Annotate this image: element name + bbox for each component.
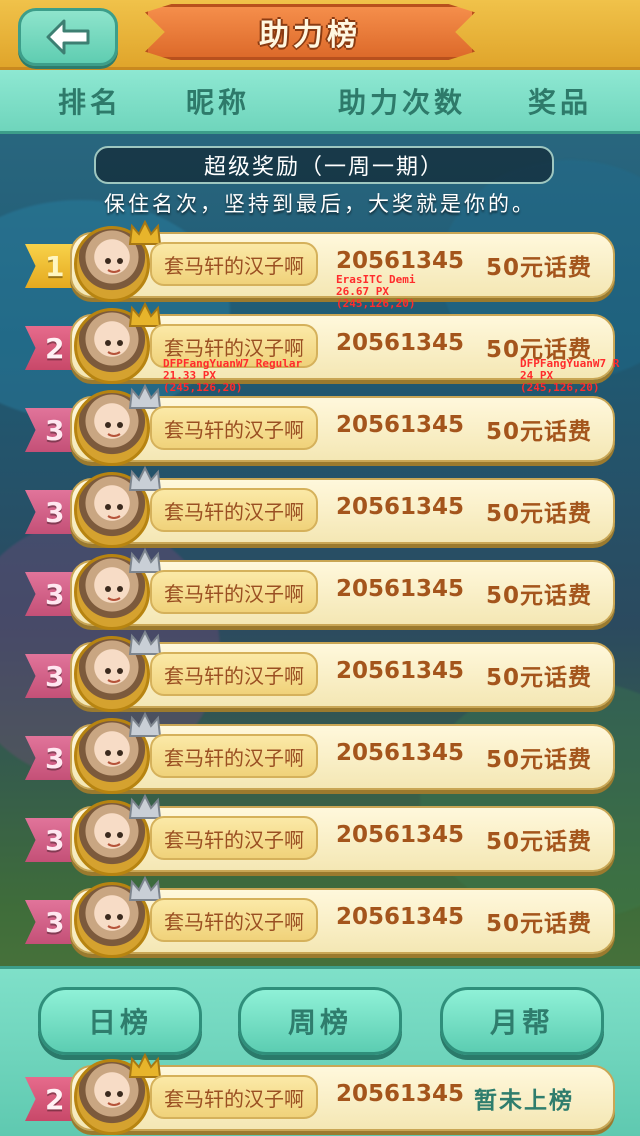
rank-status: 暂未上榜 [474, 1088, 574, 1114]
spec-color: (245,126,20) [520, 381, 600, 394]
prize: 50元话费 [486, 829, 593, 855]
reward-description: 保住名次，坚持到最后，大奖就是你的。 [104, 192, 536, 216]
assist-count: 20561345 [336, 904, 465, 930]
crown-icon [128, 384, 162, 409]
player-name: 套马轩的汉子啊 [150, 570, 318, 614]
table-row: 3 套马轩的汉子啊 20561345 50元话费 [0, 384, 640, 466]
face-icon [105, 422, 123, 437]
tab-weekly[interactable]: 周榜 [238, 987, 402, 1055]
table-row: 3 套马轩的汉子啊 20561345 50元话费 [0, 712, 640, 794]
table-row: 3 套马轩的汉子啊 20561345 50元话费 [0, 466, 640, 548]
player-name: 套马轩的汉子啊 [150, 734, 318, 778]
spec-annotation-prize: DFPFangYuanW7 R 24 PX (245,126,20) [520, 358, 640, 394]
face-icon [105, 750, 123, 765]
crown-icon [128, 302, 162, 327]
top-bar: 助力榜 [0, 0, 640, 70]
assist-count: 20561345 [336, 822, 465, 848]
assist-count: 20561345 [336, 658, 465, 684]
face-icon [105, 258, 123, 273]
assist-count: 20561345 [336, 740, 465, 766]
spec-color: (245,126,20) [163, 381, 243, 394]
back-arrow-icon [46, 19, 90, 55]
assist-count: 20561345 [336, 330, 465, 356]
face-icon [105, 586, 123, 601]
prize: 50元话费 [486, 501, 593, 527]
crown-icon [128, 630, 162, 655]
my-rank-row: 2 套马轩的汉子啊 20561345 暂未上榜 [0, 1053, 640, 1135]
crown-icon [128, 466, 162, 491]
assist-count: 20561345 [336, 248, 465, 274]
bottom-panel: 日榜 周榜 月帮 2 套马轩的汉子啊 20561345 暂未上榜 [0, 966, 640, 1136]
face-icon [105, 914, 123, 929]
crown-icon [128, 1053, 162, 1078]
player-name: 套马轩的汉子啊 [150, 816, 318, 860]
table-row: 3 套马轩的汉子啊 20561345 50元话费 [0, 876, 640, 958]
player-name: 套马轩的汉子啊 [150, 652, 318, 696]
prize: 50元话费 [486, 747, 593, 773]
title-ribbon: 助力榜 [145, 4, 475, 60]
player-name: 套马轩的汉子啊 [150, 406, 318, 450]
crown-icon [128, 794, 162, 819]
assist-count: 20561345 [336, 576, 465, 602]
assist-count: 20561345 [336, 412, 465, 438]
table-row: 3 套马轩的汉子啊 20561345 50元话费 [0, 794, 640, 876]
table-row: 1 套马轩的汉子啊 20561345 50元话费 [0, 220, 640, 302]
player-name: 套马轩的汉子啊 [150, 1075, 318, 1119]
page-title: 助力榜 [259, 18, 361, 53]
crown-icon [128, 876, 162, 901]
tab-monthly[interactable]: 月帮 [440, 987, 604, 1055]
tab-daily[interactable]: 日榜 [38, 987, 202, 1055]
prize: 50元话费 [486, 583, 593, 609]
spec-color: (245,126,20) [336, 297, 416, 310]
prize: 50元话费 [486, 255, 593, 281]
face-icon [105, 340, 123, 355]
table-row: 3 套马轩的汉子啊 20561345 50元话费 [0, 630, 640, 712]
column-header-row: 排名 昵称 助力次数 奖品 [0, 70, 640, 134]
prize: 50元话费 [486, 665, 593, 691]
face-icon [105, 1091, 123, 1106]
assist-count: 20561345 [336, 1081, 465, 1107]
face-icon [105, 668, 123, 683]
prize: 50元话费 [486, 911, 593, 937]
back-button[interactable] [18, 8, 118, 66]
spec-annotation-count: ErasITC Demi 26.67 PX (245,126,20) [336, 274, 415, 310]
prize: 50元话费 [486, 419, 593, 445]
column-prize: 奖品 [528, 85, 593, 119]
player-name: 套马轩的汉子啊 [150, 242, 318, 286]
crown-icon [128, 220, 162, 245]
background-shape [420, 680, 640, 920]
spec-annotation-name: DFPFangYuanW7 Regular 21.33 PX (245,126,… [163, 358, 302, 394]
column-rank: 排名 [58, 85, 123, 119]
column-assist-count: 助力次数 [338, 85, 467, 119]
player-name: 套马轩的汉子啊 [150, 488, 318, 532]
crown-icon [128, 548, 162, 573]
face-icon [105, 504, 123, 519]
reward-title: 超级奖励（一周一期） [203, 155, 444, 180]
table-row: 3 套马轩的汉子啊 20561345 50元话费 [0, 548, 640, 630]
crown-icon [128, 712, 162, 737]
face-icon [105, 832, 123, 847]
reward-title-box: 超级奖励（一周一期） [94, 146, 554, 184]
column-nickname: 昵称 [186, 85, 251, 119]
assist-count: 20561345 [336, 494, 465, 520]
player-name: 套马轩的汉子啊 [150, 898, 318, 942]
